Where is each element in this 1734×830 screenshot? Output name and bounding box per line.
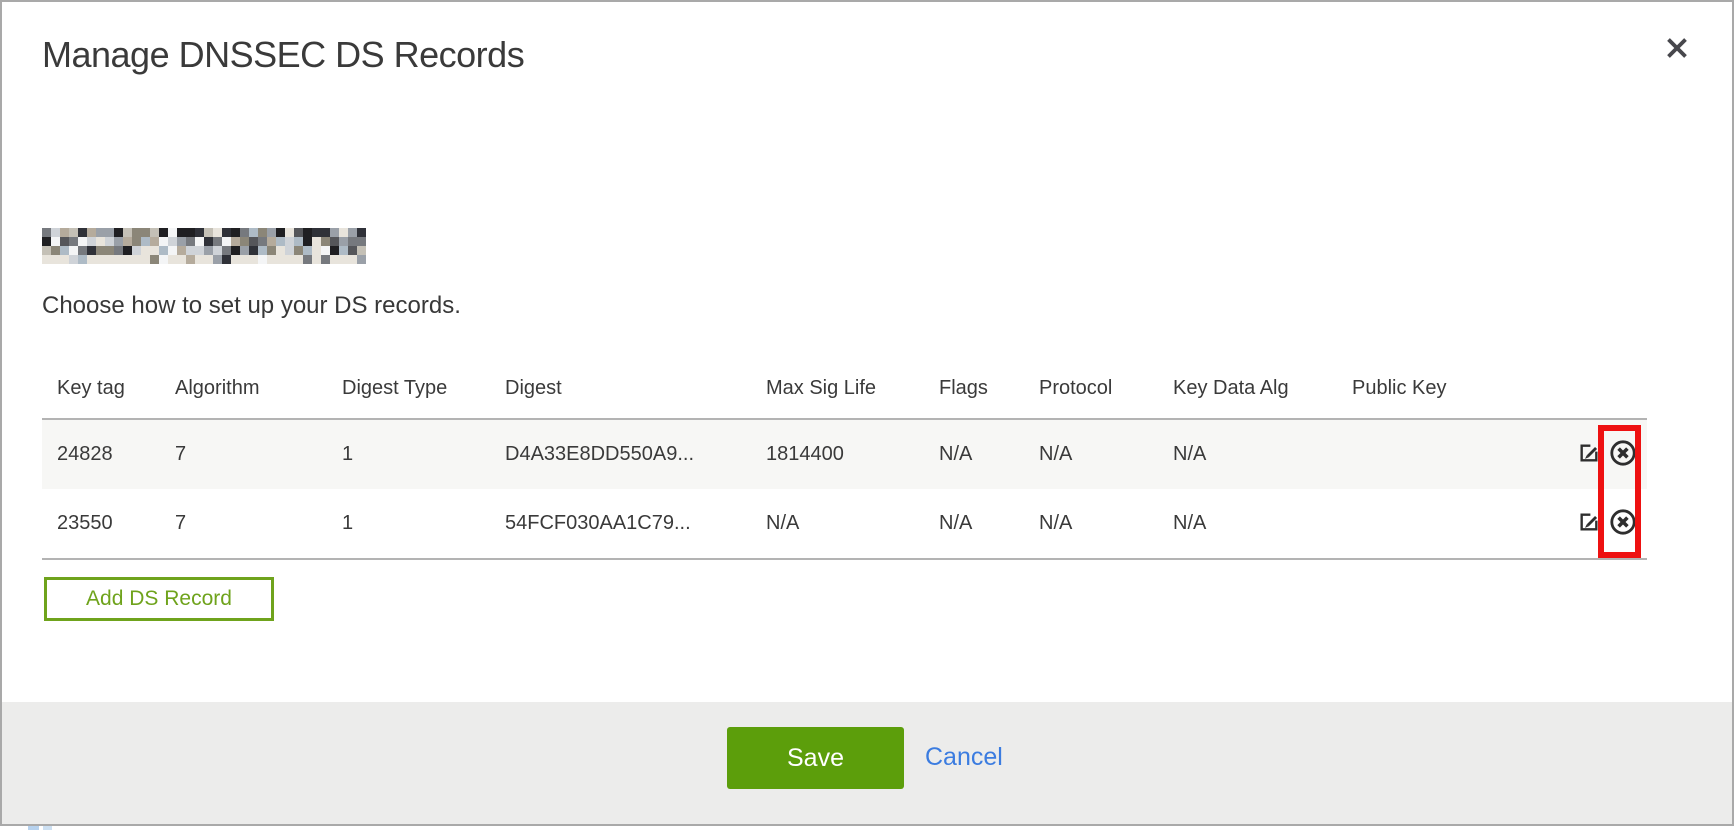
- col-header-key-data-alg: Key Data Alg: [1173, 370, 1352, 419]
- dnssec-modal: Manage DNSSEC DS Records Choose how to s…: [0, 0, 1734, 826]
- col-header-actions: [1522, 370, 1647, 419]
- edit-icon[interactable]: [1578, 511, 1600, 533]
- col-header-algorithm: Algorithm: [175, 370, 342, 419]
- table-row: 24828 7 1 D4A33E8DD550A9... 1814400 N/A …: [42, 419, 1647, 489]
- cell-digest-type: 1: [342, 419, 505, 489]
- cell-algorithm: 7: [175, 489, 342, 559]
- instruction-text: Choose how to set up your DS records.: [42, 292, 461, 320]
- cancel-link[interactable]: Cancel: [925, 743, 1003, 772]
- cell-public-key: [1352, 419, 1522, 489]
- cell-key-data-alg: N/A: [1173, 489, 1352, 559]
- close-icon-glyph: [1664, 35, 1690, 61]
- cell-protocol: N/A: [1039, 489, 1173, 559]
- edit-icon[interactable]: [1578, 442, 1600, 464]
- cell-key-tag: 24828: [42, 419, 175, 489]
- save-button[interactable]: Save: [727, 727, 904, 789]
- cell-key-data-alg: N/A: [1173, 419, 1352, 489]
- cell-flags: N/A: [939, 419, 1039, 489]
- close-icon[interactable]: [1662, 33, 1692, 63]
- cell-digest: D4A33E8DD550A9...: [505, 419, 766, 489]
- cell-digest: 54FCF030AA1C79...: [505, 489, 766, 559]
- cell-flags: N/A: [939, 489, 1039, 559]
- background-page-fragment: [43, 826, 52, 830]
- row-actions: [1522, 489, 1647, 559]
- table-header-row: Key tag Algorithm Digest Type Digest Max…: [42, 370, 1647, 419]
- cell-public-key: [1352, 489, 1522, 559]
- col-header-key-tag: Key tag: [42, 370, 175, 419]
- col-header-max-sig-life: Max Sig Life: [766, 370, 939, 419]
- cell-protocol: N/A: [1039, 419, 1173, 489]
- cell-max-sig-life: 1814400: [766, 419, 939, 489]
- cell-key-tag: 23550: [42, 489, 175, 559]
- col-header-protocol: Protocol: [1039, 370, 1173, 419]
- delete-icon[interactable]: [1609, 439, 1637, 467]
- add-ds-record-button[interactable]: Add DS Record: [44, 577, 274, 621]
- col-header-public-key: Public Key: [1352, 370, 1522, 419]
- delete-icon[interactable]: [1609, 508, 1637, 536]
- cell-max-sig-life: N/A: [766, 489, 939, 559]
- cell-digest-type: 1: [342, 489, 505, 559]
- redacted-domain-name: [42, 228, 366, 264]
- col-header-digest: Digest: [505, 370, 766, 419]
- modal-footer: Save Cancel: [2, 702, 1732, 824]
- background-page-fragment: [28, 826, 39, 830]
- col-header-flags: Flags: [939, 370, 1039, 419]
- cell-algorithm: 7: [175, 419, 342, 489]
- row-actions: [1522, 419, 1647, 489]
- col-header-digest-type: Digest Type: [342, 370, 505, 419]
- table-row: 23550 7 1 54FCF030AA1C79... N/A N/A N/A …: [42, 489, 1647, 559]
- ds-records-table: Key tag Algorithm Digest Type Digest Max…: [42, 370, 1647, 560]
- page-title: Manage DNSSEC DS Records: [42, 34, 524, 76]
